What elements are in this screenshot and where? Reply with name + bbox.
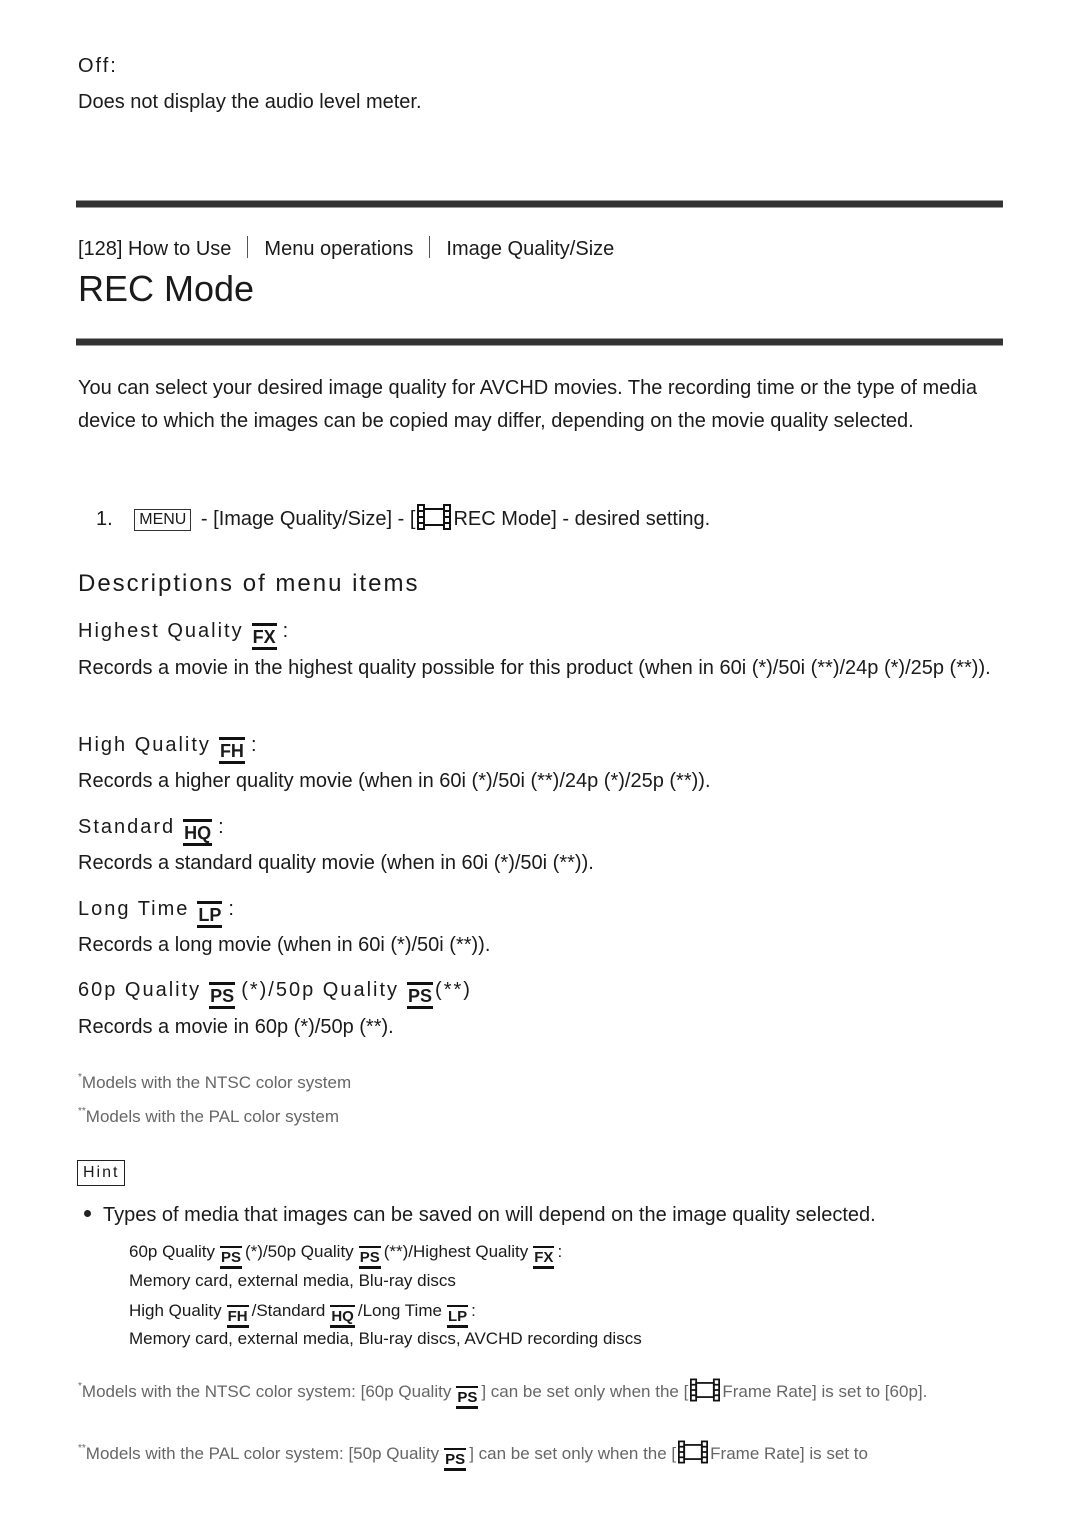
ps-badge-icon: PS (456, 1386, 479, 1409)
hint-group-2-media: Memory card, external media, Blu-ray dis… (129, 1329, 642, 1348)
item-label: Long Time (78, 898, 190, 920)
hint-group-1-title: 60p Quality PS (*)/50p Quality PS (**)/Highe… (129, 1242, 562, 1269)
item-label: Highest Quality (78, 620, 244, 642)
movie-film-icon (690, 1378, 721, 1412)
section-divider-bottom (76, 338, 1003, 346)
footnote-text: ] can be set only when the [ (469, 1444, 677, 1463)
hint-group-2-title: High Quality FH/Standard HQ/Long Time LP: (129, 1301, 476, 1328)
menu-item-standard-label: Standard HQ: (78, 816, 226, 846)
item-suffix: (**) (435, 979, 472, 1001)
breadcrumb-item-image-quality-size[interactable]: Image Quality/Size (446, 238, 614, 260)
hint-text: /Standard (251, 1301, 326, 1320)
step-number: 1. (96, 508, 113, 530)
footnote-marker: ** (78, 1443, 86, 1454)
descriptions-heading: Descriptions of menu items (78, 570, 420, 597)
footnote-text: Models with the PAL color system: [50p Q… (85, 1444, 440, 1463)
ps-badge-icon: PS (444, 1448, 467, 1471)
hint-text: High Quality (129, 1301, 222, 1320)
item-suffix: : (250, 734, 259, 756)
hint-text: 60p Quality (129, 1242, 215, 1261)
hint-text: /Long Time (357, 1301, 442, 1320)
lp-badge-icon: LP (197, 901, 223, 928)
step-text-after: REC Mode] - desired setting. (453, 508, 711, 530)
hint-bullet-text: Types of media that images can be saved … (103, 1204, 876, 1226)
item-suffix: : (228, 898, 236, 920)
ps-badge-icon: PS (209, 982, 236, 1009)
note-text: Models with the NTSC color system (81, 1073, 352, 1092)
hint-group-1-media: Memory card, external media, Blu-ray dis… (129, 1271, 456, 1290)
note-marker: ** (78, 1106, 86, 1117)
hint-bullet: Types of media that images can be saved … (84, 1199, 876, 1232)
fx-badge-icon: FX (251, 623, 277, 650)
hint-text: : (557, 1242, 563, 1261)
prev-option-label: Off: (78, 55, 118, 77)
hint-text: (**)/Highest Quality (383, 1242, 529, 1261)
intro-paragraph: You can select your desired image qualit… (78, 377, 977, 432)
menu-item-standard-description: Records a standard quality movie (when i… (78, 852, 594, 874)
hint-label: Hint (77, 1160, 126, 1186)
menu-item-highest-quality-label: Highest Quality FX: (78, 620, 290, 650)
menu-item-long-time-label: Long Time LP: (78, 898, 236, 928)
menu-item-highest-quality-description: Records a movie in the highest quality p… (78, 657, 991, 679)
item-suffix: : (218, 816, 226, 838)
footnote-ntsc: *Models with the NTSC color system: [60p… (78, 1372, 1008, 1412)
movie-film-icon (417, 504, 452, 541)
menu-item-high-quality-description: Records a higher quality movie (when in … (78, 770, 711, 792)
bullet-icon (84, 1210, 91, 1217)
section-divider-top (76, 200, 1003, 208)
menu-item-60p-quality-label: 60p Quality PS (*)/50p Quality PS (**) (78, 979, 472, 1009)
hint-text: (*)/50p Quality (245, 1242, 354, 1261)
page-title: REC Mode (78, 268, 255, 309)
menu-item-long-time-description: Records a long movie (when in 60i (*)/50… (78, 934, 491, 956)
movie-film-icon (678, 1440, 709, 1474)
item-suffix: : (282, 620, 291, 642)
menu-item-high-quality-label: High Quality FH: (78, 734, 259, 764)
hq-badge-icon: HQ (183, 819, 213, 846)
item-label: 60p Quality (78, 979, 202, 1001)
breadcrumb-item-how-to-use[interactable]: How to Use (128, 238, 231, 260)
hq-badge-icon: HQ (330, 1305, 355, 1328)
item-label: Standard (78, 816, 176, 838)
breadcrumb-number: [128] (78, 238, 123, 260)
breadcrumb-item-menu-operations[interactable]: Menu operations (264, 238, 413, 260)
item-label: High Quality (78, 734, 211, 756)
fx-badge-icon: FX (533, 1246, 555, 1269)
ps-badge-icon: PS (220, 1246, 243, 1269)
fh-badge-icon: FH (218, 737, 245, 764)
breadcrumb-separator (247, 236, 249, 258)
fh-badge-icon: FH (226, 1305, 249, 1328)
ps-badge-icon: PS (407, 982, 434, 1009)
step-1: 1. MENU - [Image Quality/Size] - [ REC Mo… (96, 503, 710, 541)
footnote-pal: **Models with the PAL color system: [50p… (78, 1434, 1008, 1474)
footnote-text: Frame Rate] is set to [60p]. (722, 1382, 928, 1401)
footnote-text: Models with the NTSC color system: [60p … (81, 1382, 452, 1401)
footnote-text: ] can be set only when the [ (481, 1382, 689, 1401)
menu-button-icon: MENU (134, 509, 192, 531)
prev-option-description: Does not display the audio level meter. (78, 91, 422, 113)
note-text: Models with the PAL color system (85, 1107, 340, 1126)
note-ntsc: *Models with the NTSC color system (78, 1072, 351, 1093)
note-pal: **Models with the PAL color system (78, 1106, 339, 1127)
footnote-text: Frame Rate] is set to (710, 1444, 868, 1463)
step-text-before: - [Image Quality/Size] - [ (195, 508, 416, 530)
menu-item-60p-quality-description: Records a movie in 60p (*)/50p (**). (78, 1016, 394, 1038)
lp-badge-icon: LP (446, 1305, 469, 1328)
item-middle: (*)/50p Quality (241, 979, 400, 1001)
breadcrumb: [128] How to Use Menu operations Image Qua… (78, 233, 614, 266)
breadcrumb-separator (429, 236, 431, 258)
hint-text: : (471, 1301, 476, 1320)
ps-badge-icon: PS (358, 1246, 381, 1269)
